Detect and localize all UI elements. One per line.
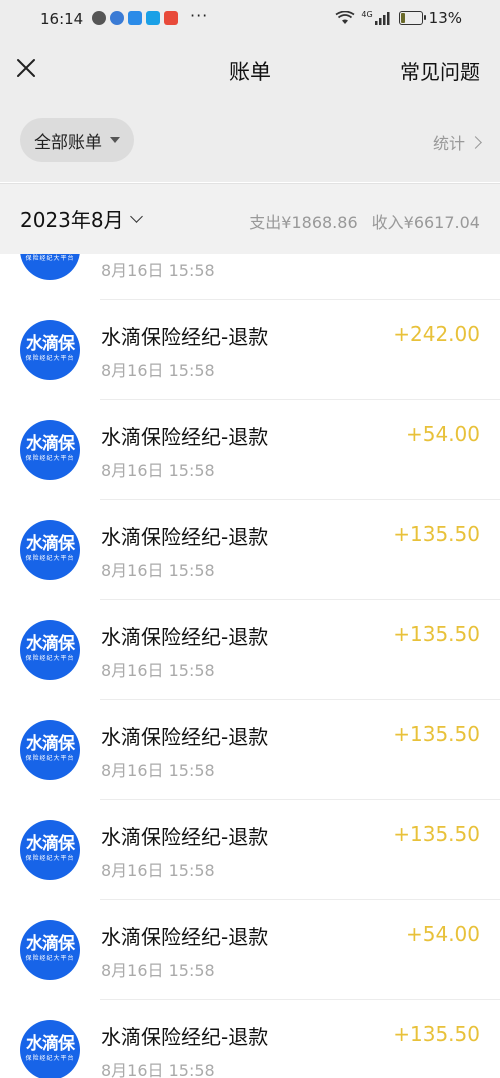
transaction-amount: +135.50 (393, 722, 480, 746)
transaction-amount: +54.00 (405, 422, 480, 446)
transaction-title: 水滴保险经纪-退款 (101, 325, 269, 349)
stats-link[interactable]: 统计 (432, 130, 482, 154)
merchant-logo: 水滴保保险经纪大平台 (20, 320, 80, 380)
month-selector[interactable]: 2023年8月 (20, 204, 143, 233)
status-time: 16:14 (40, 10, 84, 28)
transaction-title: 水滴保险经纪-退款 (101, 725, 269, 749)
transaction-time: 8月16日 15:58 (101, 261, 215, 280)
filter-label: 全部账单 (34, 132, 102, 153)
faq-link[interactable]: 常见问题 (400, 56, 480, 85)
hex-app-icon (92, 11, 106, 25)
filter-bar: 全部账单 统计 (0, 100, 500, 182)
transaction-list: 水滴保保险经纪大平台 8月16日 15:58 水滴保保险经纪大平台 水滴保险经纪… (0, 254, 500, 1078)
globe-app-icon (110, 11, 124, 25)
transaction-row[interactable]: 水滴保 保险经纪大平台 水滴保险经纪-退款 8月16日 15:58 +135.50 (0, 700, 500, 800)
transaction-title: 水滴保险经纪-退款 (101, 425, 269, 449)
merchant-logo: 水滴保保险经纪大平台 (20, 720, 80, 780)
merchant-logo: 水滴保保险经纪大平台 (20, 1020, 80, 1078)
battery-percent: 13% (428, 9, 462, 27)
transaction-amount: +135.50 (393, 822, 480, 846)
chevron-right-icon (469, 135, 482, 149)
transaction-title: 水滴保险经纪-退款 (101, 925, 269, 949)
transaction-amount: +135.50 (393, 1022, 480, 1046)
transaction-title: 水滴保险经纪-退款 (101, 625, 269, 649)
transaction-amount: +54.00 (405, 922, 480, 946)
transaction-row[interactable]: 水滴保 保险经纪大平台 水滴保险经纪-退款 8月16日 15:58 +242.00 (0, 300, 500, 400)
caret-down-icon (110, 137, 120, 143)
search-app-icon (146, 11, 160, 25)
transaction-row[interactable]: 水滴保 保险经纪大平台 水滴保险经纪-退款 8月16日 15:58 +135.50 (0, 500, 500, 600)
notification-icons (92, 11, 178, 25)
transaction-row[interactable]: 水滴保 保险经纪大平台 水滴保险经纪-退款 8月16日 15:58 +135.50 (0, 1000, 500, 1078)
network-type: 4G (361, 9, 373, 19)
month-totals: 支出¥1868.86 收入¥6617.04 (249, 209, 480, 233)
close-icon[interactable] (14, 56, 38, 80)
transaction-time: 8月16日 15:58 (101, 561, 215, 580)
transaction-row[interactable]: 水滴保保险经纪大平台 8月16日 15:58 (0, 254, 500, 300)
expense-total: 支出¥1868.86 (249, 213, 358, 232)
signal-icon (374, 12, 390, 25)
chevron-down-icon (129, 209, 143, 223)
stats-label: 统计 (432, 134, 465, 153)
app-header: 账单 常见问题 (0, 38, 500, 100)
transaction-amount: +135.50 (393, 622, 480, 646)
wifi-icon (335, 11, 355, 24)
transaction-amount: +242.00 (393, 322, 480, 346)
transaction-row[interactable]: 水滴保 保险经纪大平台 水滴保险经纪-退款 8月16日 15:58 +54.00 (0, 400, 500, 500)
transaction-title: 水滴保险经纪-退款 (101, 525, 269, 549)
bill-type-filter[interactable]: 全部账单 (20, 118, 134, 162)
transaction-time: 8月16日 15:58 (101, 661, 215, 680)
battery-icon (398, 11, 426, 25)
transaction-row[interactable]: 水滴保 保险经纪大平台 水滴保险经纪-退款 8月16日 15:58 +135.50 (0, 800, 500, 900)
merchant-logo: 水滴保保险经纪大平台 (20, 820, 80, 880)
shop-app-icon (164, 11, 178, 25)
merchant-logo: 水滴保保险经纪大平台 (20, 620, 80, 680)
transaction-title: 水滴保险经纪-退款 (101, 1025, 269, 1049)
merchant-logo: 水滴保保险经纪大平台 (20, 420, 80, 480)
income-total: 收入¥6617.04 (371, 213, 480, 232)
cloud-app-icon (128, 11, 142, 25)
transaction-time: 8月16日 15:58 (101, 761, 215, 780)
transaction-time: 8月16日 15:58 (101, 861, 215, 880)
month-summary-bar: 2023年8月 支出¥1868.86 收入¥6617.04 (0, 183, 500, 254)
transaction-time: 8月16日 15:58 (101, 461, 215, 480)
status-bar: 16:14 ··· 4G 13% (0, 0, 500, 38)
merchant-logo: 水滴保保险经纪大平台 (20, 520, 80, 580)
merchant-logo: 水滴保保险经纪大平台 (20, 920, 80, 980)
more-notifications-icon: ··· (190, 6, 209, 25)
month-label: 2023年8月 (20, 208, 124, 232)
transaction-time: 8月16日 15:58 (101, 961, 215, 980)
transaction-time: 8月16日 15:58 (101, 361, 215, 380)
transaction-amount: +135.50 (393, 522, 480, 546)
transaction-row[interactable]: 水滴保 保险经纪大平台 水滴保险经纪-退款 8月16日 15:58 +54.00 (0, 900, 500, 1000)
transaction-row[interactable]: 水滴保 保险经纪大平台 水滴保险经纪-退款 8月16日 15:58 +135.50 (0, 600, 500, 700)
transaction-title: 水滴保险经纪-退款 (101, 825, 269, 849)
transaction-time: 8月16日 15:58 (101, 1061, 215, 1078)
merchant-logo: 水滴保保险经纪大平台 (20, 254, 80, 280)
